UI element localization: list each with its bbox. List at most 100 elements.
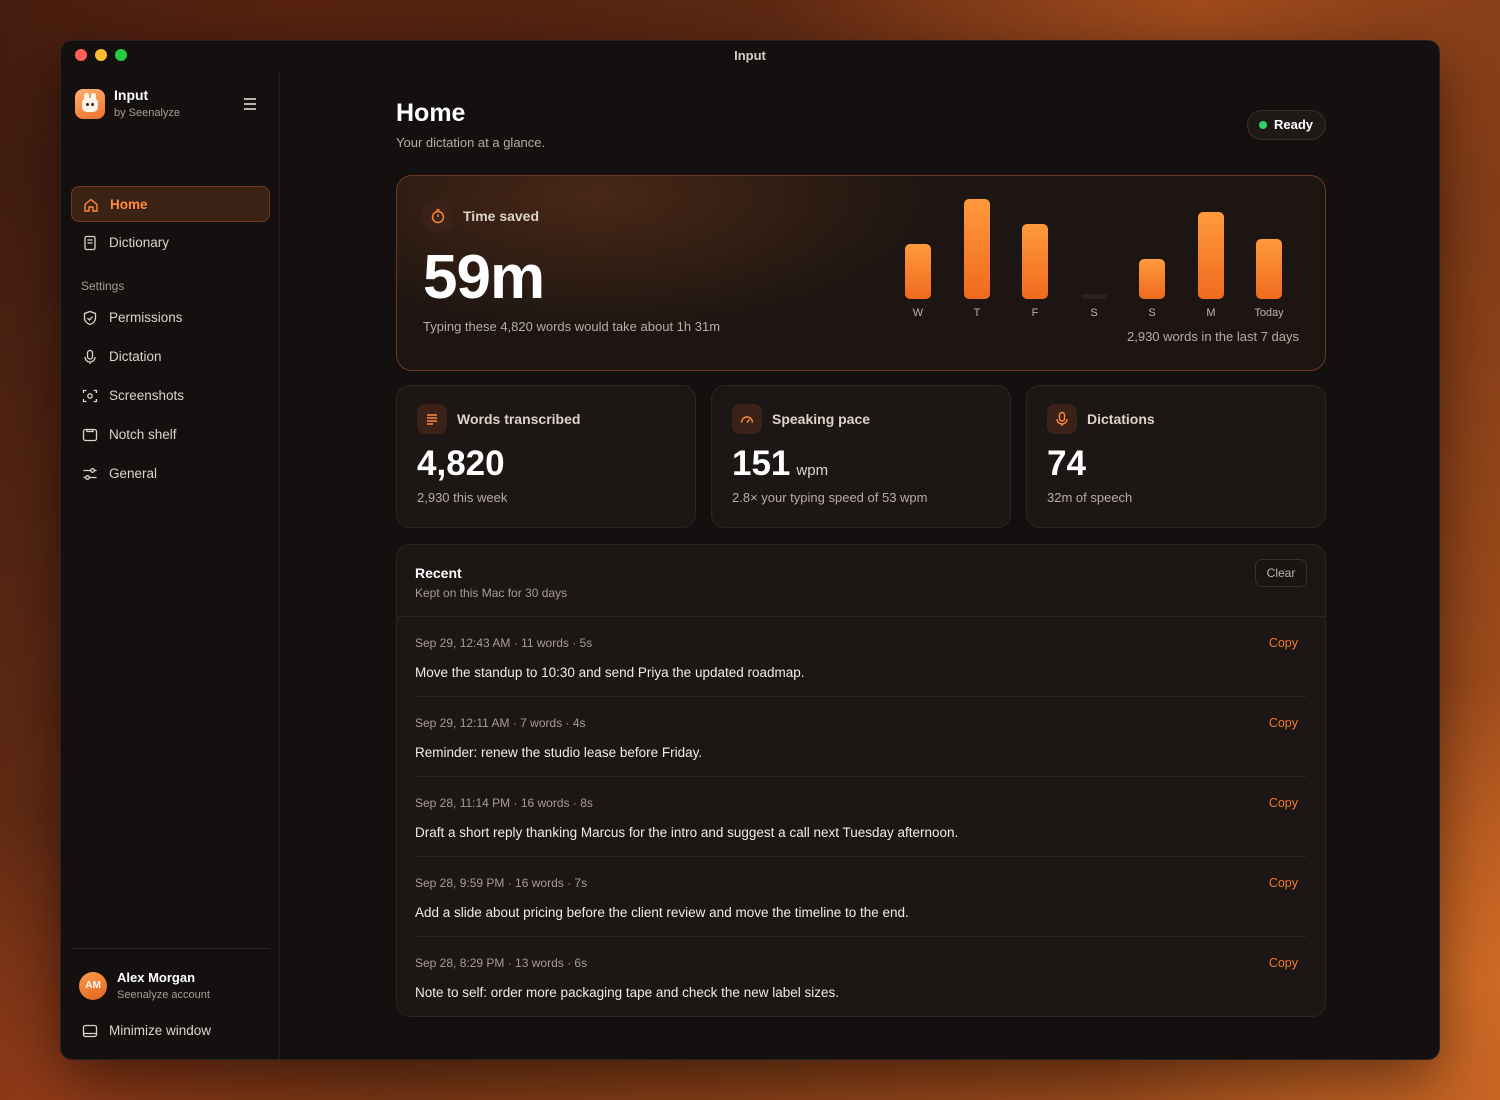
chart-tick-label: S: [1090, 307, 1098, 319]
user-name: Alex Morgan: [117, 970, 196, 985]
screenshot-icon: [82, 389, 98, 403]
sidebar-item-permissions[interactable]: Permissions: [71, 300, 270, 336]
user-account-label: Seenalyze account: [117, 989, 210, 1001]
list-item: Sep 28, 9:59 PM · 16 words · 7s Add a sli…: [415, 857, 1307, 937]
app-window: Input Input by Seenalyze Home Dictionary…: [60, 40, 1440, 1060]
time-saved-label: Time saved: [463, 208, 540, 224]
settings-section-label: Settings: [81, 279, 125, 293]
item-meta: Sep 28, 8:29 PM · 13 words · 6s: [415, 956, 588, 970]
sidebar-item-general[interactable]: General: [71, 456, 270, 492]
copy-button[interactable]: Copy: [1269, 876, 1298, 890]
avatar[interactable]: AM: [79, 972, 107, 1000]
status-dot-icon: [1258, 121, 1267, 129]
time-saved-note: Typing these 4,820 words would take abou…: [423, 319, 721, 334]
item-text[interactable]: Move the standup to 10:30 and send Priya…: [415, 665, 805, 680]
page-subtitle: Your dictation at a glance.: [396, 135, 546, 150]
window-title: Input: [734, 48, 766, 63]
dictations-card: Dictations 74 32m of speech: [1026, 385, 1326, 528]
item-text[interactable]: Reminder: renew the studio lease before …: [415, 745, 702, 760]
list-item: Sep 28, 11:14 PM · 16 words · 8s Draft a …: [415, 777, 1307, 857]
microphone-icon-chip: [1047, 404, 1077, 434]
gauge-icon: [740, 416, 754, 423]
stat-number: 74: [1047, 444, 1086, 483]
stat-label: Words transcribed: [457, 411, 581, 427]
minimize-window-label: Minimize window: [109, 1023, 212, 1038]
home-icon: [84, 198, 98, 212]
chart-tick-label: F: [1031, 307, 1039, 319]
weekly-words-chart: W T F S S M Today: [905, 196, 1305, 326]
item-meta: Sep 28, 9:59 PM · 16 words · 7s: [415, 876, 588, 890]
stat-unit: wpm: [796, 462, 829, 479]
chart-bar: [1198, 212, 1224, 299]
speaking-pace-card: Speaking pace 151 wpm 2.8× your typing sp…: [711, 385, 1011, 528]
minimize-window-item[interactable]: Minimize window: [71, 1013, 270, 1049]
lines-icon: [427, 414, 437, 425]
page-title: Home: [396, 99, 466, 127]
clear-button[interactable]: Clear: [1255, 559, 1307, 587]
shelf-icon: [82, 428, 98, 442]
sidebar-item-label: Dictation: [109, 349, 162, 364]
sidebar-item-dictation[interactable]: Dictation: [71, 339, 270, 375]
window-icon: [82, 1024, 98, 1038]
shield-icon: [83, 310, 97, 326]
chart-bar: [1139, 259, 1165, 299]
app-subtitle: by Seenalyze: [114, 107, 181, 119]
stat-value: 151 wpm: [732, 444, 828, 484]
stat-label: Dictations: [1087, 411, 1155, 427]
copy-button[interactable]: Copy: [1269, 796, 1298, 810]
status-label: Ready: [1273, 117, 1313, 132]
item-text[interactable]: Draft a short reply thanking Marcus for …: [415, 825, 958, 840]
stat-number: 4,820: [417, 444, 505, 483]
gauge-icon-chip: [732, 404, 762, 434]
chart-tick-label: T: [973, 307, 981, 319]
sidebar-item-notch-shelf[interactable]: Notch shelf: [71, 417, 270, 453]
item-text[interactable]: Add a slide about pricing before the cli…: [415, 905, 909, 920]
sidebar-item-label: Screenshots: [109, 388, 185, 403]
chart-bar: [1256, 239, 1282, 299]
chart-tick-label: S: [1148, 307, 1156, 319]
recent-title: Recent: [415, 565, 462, 581]
sidebar-item-dictionary[interactable]: Dictionary: [71, 225, 270, 261]
timer-icon-chip: [423, 201, 453, 231]
sidebar-item-label: General: [109, 466, 158, 481]
stat-note: 2,930 this week: [417, 490, 508, 505]
stat-number: 151: [732, 444, 791, 483]
copy-button[interactable]: Copy: [1269, 636, 1298, 650]
words-transcribed-card: Words transcribed 4,820 2,930 this week: [396, 385, 696, 528]
sidebar-divider: [71, 948, 270, 949]
chart-caption: 2,930 words in the last 7 days: [1127, 329, 1299, 344]
time-saved-card: Time saved 59m Typing these 4,820 words …: [396, 175, 1326, 371]
sidebar-item-home[interactable]: Home: [71, 186, 270, 222]
recent-subtitle: Kept on this Mac for 30 days: [415, 586, 568, 600]
microphone-icon: [84, 349, 96, 364]
item-meta: Sep 29, 12:11 AM · 7 words · 4s: [415, 716, 586, 730]
sidebar: Input by Seenalyze Home Dictionary Setti…: [61, 71, 280, 1059]
sidebar-toggle-icon[interactable]: [244, 98, 258, 112]
stat-value: 4,820: [417, 444, 505, 484]
copy-button[interactable]: Copy: [1269, 956, 1298, 970]
item-meta: Sep 29, 12:43 AM · 11 words · 5s: [415, 636, 593, 650]
chart-bar: [1022, 224, 1048, 299]
chart-tick-label: W: [912, 307, 924, 319]
chart-bar: [964, 199, 990, 299]
stat-note: 32m of speech: [1047, 490, 1133, 505]
item-meta: Sep 28, 11:14 PM · 16 words · 8s: [415, 796, 593, 810]
main-content: Home Your dictation at a glance. Ready T…: [396, 71, 1326, 1059]
sidebar-item-label: Dictionary: [109, 235, 170, 250]
sidebar-item-screenshots[interactable]: Screenshots: [71, 378, 270, 414]
sidebar-item-label: Permissions: [109, 310, 183, 325]
sliders-icon: [83, 468, 97, 480]
list-item: Sep 29, 12:43 AM · 11 words · 5s Move the…: [415, 617, 1307, 697]
copy-button[interactable]: Copy: [1269, 716, 1298, 730]
sidebar-item-label: Notch shelf: [109, 427, 177, 442]
timer-icon: [431, 209, 445, 224]
brand: Input by Seenalyze: [75, 87, 270, 125]
stat-value: 74: [1047, 444, 1086, 484]
item-text[interactable]: Note to self: order more packaging tape …: [415, 985, 839, 1000]
stat-label: Speaking pace: [772, 411, 871, 427]
time-saved-value: 59m: [423, 243, 545, 312]
app-logo-icon: [75, 89, 105, 119]
title-bar: Input: [61, 41, 1439, 71]
list-item: Sep 29, 12:11 AM · 7 words · 4s Reminder:…: [415, 697, 1307, 777]
app-name: Input: [114, 87, 149, 103]
